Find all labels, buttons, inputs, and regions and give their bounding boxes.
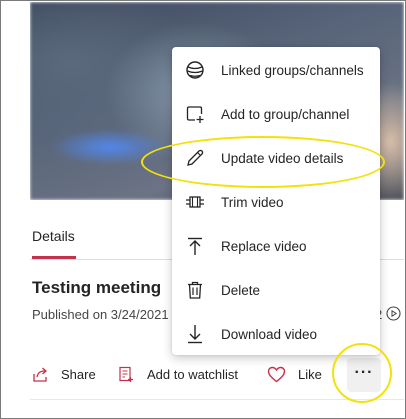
play-count-icon — [386, 306, 401, 321]
menu-item-trim-video[interactable]: Trim video — [172, 182, 380, 222]
menu-item-delete[interactable]: Delete — [172, 270, 380, 310]
menu-item-linked-groups[interactable]: Linked groups/channels — [172, 50, 380, 90]
published-date: Published on 3/24/2021 — [32, 307, 169, 322]
add-to-watchlist-button[interactable]: Add to watchlist — [118, 366, 238, 383]
like-button[interactable]: Like — [267, 366, 322, 383]
bottom-divider — [30, 399, 404, 400]
watchlist-icon — [118, 366, 135, 383]
trash-icon — [185, 280, 205, 300]
tab-details[interactable]: Details — [32, 228, 75, 244]
menu-item-label: Download video — [221, 326, 318, 342]
more-options-icon: ··· — [354, 364, 374, 381]
menu-item-update-details[interactable]: Update video details — [172, 138, 380, 178]
menu-item-add-to-group[interactable]: Add to group/channel — [172, 94, 380, 134]
trim-icon — [185, 192, 205, 212]
menu-item-replace-video[interactable]: Replace video — [172, 226, 380, 266]
heart-icon — [267, 366, 286, 383]
menu-item-label: Delete — [221, 282, 261, 298]
menu-item-label: Replace video — [221, 238, 307, 254]
upload-arrow-icon — [185, 236, 205, 256]
share-button[interactable]: Share — [32, 366, 96, 383]
menu-item-label: Add to group/channel — [221, 106, 350, 122]
menu-item-download-video[interactable]: Download video — [172, 314, 380, 354]
add-to-group-icon — [185, 104, 205, 124]
like-label: Like — [298, 367, 322, 382]
watchlist-label: Add to watchlist — [147, 367, 239, 382]
download-icon — [185, 324, 205, 344]
more-options-menu: Linked groups/channels Add to group/chan… — [172, 47, 380, 355]
share-label: Share — [61, 367, 96, 382]
more-options-button[interactable]: ··· — [347, 358, 381, 392]
video-title: Testing meeting — [32, 278, 162, 297]
pencil-icon — [185, 148, 205, 168]
globe-icon — [185, 60, 205, 80]
menu-item-label: Trim video — [221, 194, 284, 210]
menu-item-label: Update video details — [221, 150, 344, 166]
menu-item-label: Linked groups/channels — [221, 62, 364, 78]
share-icon — [32, 366, 49, 383]
